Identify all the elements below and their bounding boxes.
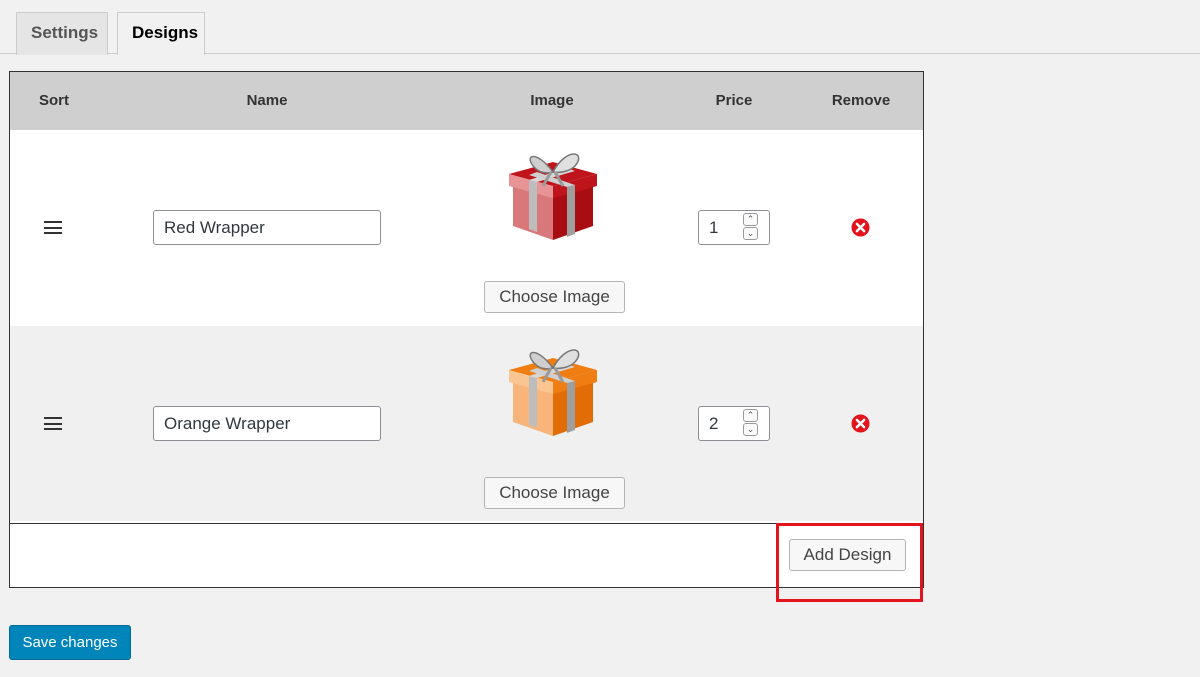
design-name-input[interactable]: Red Wrapper: [153, 210, 381, 245]
choose-image-button[interactable]: Choose Image: [484, 281, 625, 313]
gift-box-orange-icon: [509, 349, 597, 436]
price-value: 1: [709, 218, 719, 237]
header-sort: Sort: [39, 92, 69, 109]
header-remove: Remove: [831, 92, 891, 109]
chevron-down-icon[interactable]: ⌄: [743, 423, 758, 436]
choose-image-button[interactable]: Choose Image: [484, 477, 625, 509]
tab-designs[interactable]: Designs: [117, 12, 205, 55]
highlight-box: [776, 523, 923, 602]
chevron-down-icon[interactable]: ⌄: [743, 227, 758, 240]
designs-table: Sort Name Image Price Remove Red Wrapper…: [9, 71, 924, 588]
save-changes-button[interactable]: Save changes: [9, 625, 131, 660]
price-stepper[interactable]: ⌃ ⌄: [743, 213, 759, 242]
design-name-input[interactable]: Orange Wrapper: [153, 406, 381, 441]
remove-icon[interactable]: [851, 218, 870, 237]
price-input[interactable]: 1 ⌃ ⌄: [698, 210, 770, 245]
header-image: Image: [530, 92, 574, 109]
tab-settings[interactable]: Settings: [16, 12, 108, 55]
drag-handle-icon[interactable]: [44, 221, 62, 234]
table-row: Red Wrapper Choose Image 1 ⌃ ⌄: [10, 130, 923, 325]
drag-handle-icon[interactable]: [44, 417, 62, 430]
price-value: 2: [709, 414, 719, 433]
remove-icon[interactable]: [851, 414, 870, 433]
chevron-up-icon[interactable]: ⌃: [743, 213, 758, 226]
header-price: Price: [715, 92, 753, 109]
chevron-up-icon[interactable]: ⌃: [743, 409, 758, 422]
header-name: Name: [246, 92, 288, 109]
table-row: Orange Wrapper Choose Image 2 ⌃ ⌄: [10, 326, 923, 521]
gift-box-red-icon: [509, 153, 597, 240]
price-input[interactable]: 2 ⌃ ⌄: [698, 406, 770, 441]
tab-bar: Settings Designs: [0, 0, 1200, 55]
price-stepper[interactable]: ⌃ ⌄: [743, 409, 759, 438]
table-header: Sort Name Image Price Remove: [10, 72, 923, 130]
